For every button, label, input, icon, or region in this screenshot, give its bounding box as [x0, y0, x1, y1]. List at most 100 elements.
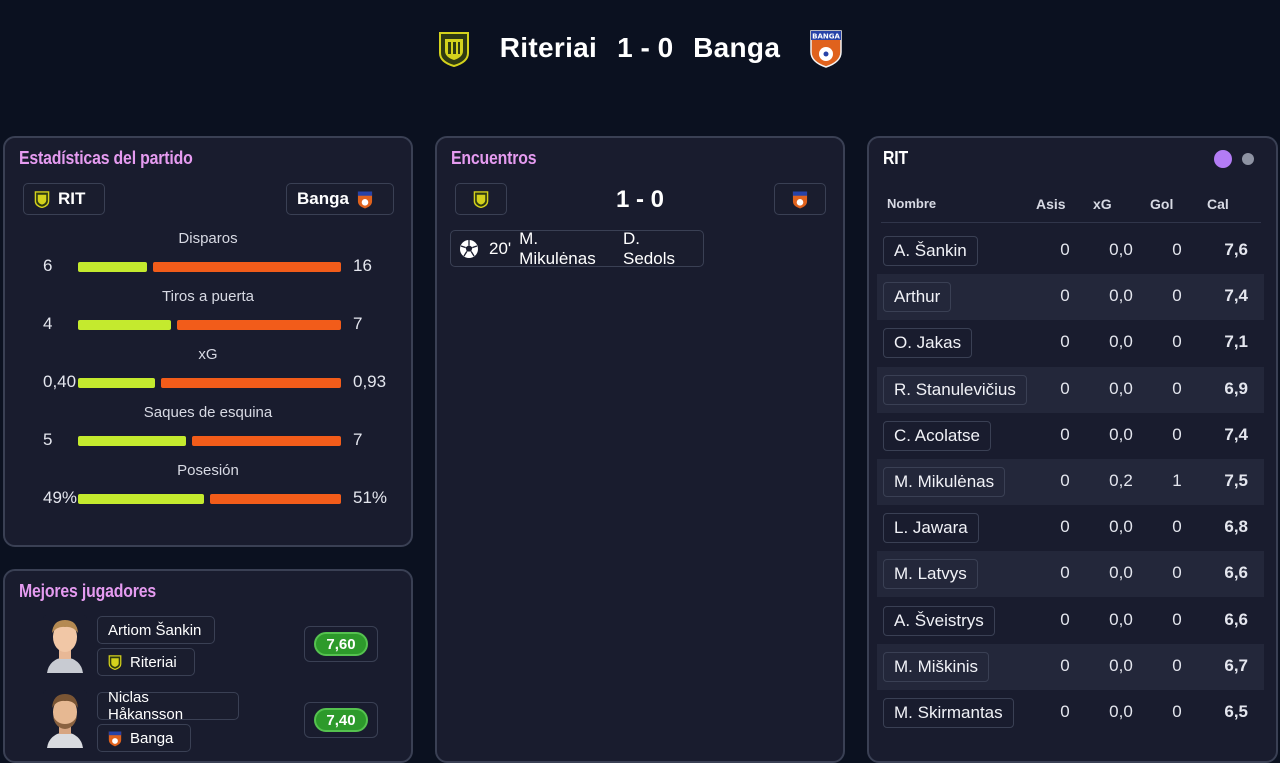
svg-text:BANGA: BANGA [812, 33, 840, 41]
table-row[interactable]: R. Stanulevičius 0 0,0 0 6,9 [877, 366, 1264, 413]
cell-gol: 0 [1172, 286, 1182, 306]
table-row[interactable]: M. Skirmantas 0 0,0 0 6,5 [877, 690, 1264, 736]
home-team-name[interactable]: Riteriai [500, 32, 597, 64]
table-row[interactable]: O. Jakas 0 0,0 0 7,1 [877, 320, 1264, 366]
table-row[interactable]: A. Šankin 0 0,0 0 7,6 [877, 228, 1264, 274]
best-player-team[interactable]: Banga [97, 724, 191, 752]
stat-home-value: 0,40 [43, 372, 77, 391]
cell-gol: 0 [1172, 240, 1182, 259]
cell-xg: 0,0 [1109, 563, 1133, 583]
rating-badge: 7,60 [314, 632, 368, 656]
cell-xg: 0,0 [1109, 378, 1133, 398]
player-name[interactable]: M. Mikulėnas [883, 467, 1006, 497]
stat-home-bar [78, 378, 155, 388]
goal-minute: 20' [489, 238, 512, 258]
best-player-name[interactable]: Niclas Håkansson [97, 689, 239, 723]
home-team-tag-label: RIT [58, 189, 86, 208]
page-indicator-inactive[interactable] [1242, 153, 1254, 165]
cell-asis: 0 [1060, 702, 1070, 721]
lineup-team-title: RIT [883, 148, 908, 168]
stat-home-value: 5 [43, 430, 53, 449]
best-players-title: Mejores jugadores [19, 581, 156, 601]
table-row[interactable]: M. Mikulėnas 0 0,2 1 7,5 [877, 459, 1264, 505]
cell-xg: 0,0 [1109, 240, 1133, 259]
stat-home-bar [78, 262, 147, 272]
away-team-tag[interactable]: Banga [286, 183, 394, 215]
player-name[interactable]: M. Skirmantas [883, 698, 1014, 728]
stat-label: Posesión [177, 462, 239, 479]
stat-away-value: 16 [353, 256, 372, 275]
stat-away-bar [177, 320, 341, 330]
player-name[interactable]: O. Jakas [883, 328, 973, 359]
match-stats-title: Estadísticas del partido [19, 148, 193, 168]
cell-cal: 7,4 [1224, 424, 1248, 444]
table-row[interactable]: C. Acolatse 0 0,0 0 7,4 [877, 413, 1264, 459]
cell-cal: 6,9 [1224, 378, 1248, 398]
stat-away-bar [192, 436, 341, 446]
cell-asis: 0 [1060, 240, 1070, 259]
table-row[interactable]: Arthur 0 0,0 0 7,4 [877, 274, 1264, 321]
table-row[interactable]: M. Miškinis 0 0,0 0 6,7 [877, 643, 1264, 690]
cell-xg: 0,0 [1109, 424, 1133, 444]
player-avatar[interactable] [43, 615, 87, 673]
stat-row: Disparos 6 16 [5, 230, 411, 288]
best-player-team[interactable]: Riteriai [97, 648, 195, 676]
away-team-crest-button[interactable] [774, 183, 826, 215]
goal-assist: D. Sedols [623, 228, 675, 268]
cell-asis: 0 [1060, 471, 1070, 490]
football-icon [459, 239, 479, 259]
cell-asis: 0 [1060, 378, 1070, 398]
player-name[interactable]: A. Šveistrys [883, 605, 995, 636]
cell-asis: 0 [1060, 286, 1070, 306]
cell-cal: 7,1 [1224, 332, 1248, 352]
column-header-goals[interactable]: Gol [1150, 196, 1173, 212]
table-row[interactable]: L. Jawara 0 0,0 0 6,8 [877, 505, 1264, 551]
cell-cal: 6,7 [1224, 655, 1248, 675]
stat-away-value: 7 [353, 430, 363, 449]
cell-xg: 0,0 [1109, 517, 1133, 537]
cell-gol: 0 [1172, 609, 1182, 629]
match-header: Riteriai 1 - 0 Banga BANGA [0, 26, 1280, 70]
column-header-name[interactable]: Nombre [887, 196, 936, 211]
player-name[interactable]: A. Šankin [883, 236, 978, 266]
player-avatar[interactable] [43, 690, 87, 748]
cell-xg: 0,0 [1109, 609, 1133, 629]
cell-cal: 6,5 [1224, 702, 1248, 721]
rating-badge: 7,40 [314, 708, 368, 732]
stat-away-bar [153, 262, 341, 272]
goal-event[interactable]: 20' M. Mikulėnas D. Sedols [450, 228, 704, 268]
cell-xg: 0,0 [1109, 702, 1133, 721]
cell-asis: 0 [1060, 517, 1070, 537]
cell-cal: 6,6 [1224, 563, 1248, 583]
stat-row: Saques de esquina 5 7 [5, 404, 411, 462]
best-player-team-label: Banga [130, 729, 174, 747]
player-name[interactable]: R. Stanulevičius [883, 374, 1027, 405]
table-row[interactable]: M. Latvys 0 0,0 0 6,6 [877, 551, 1264, 598]
cell-gol: 0 [1172, 563, 1182, 583]
banga-crest-icon[interactable]: BANGA [808, 28, 844, 68]
page-indicator-active[interactable] [1214, 150, 1232, 168]
away-team-name[interactable]: Banga [693, 32, 780, 64]
stat-row: xG 0,40 0,93 [5, 346, 411, 404]
player-name[interactable]: C. Acolatse [883, 420, 991, 451]
cell-cal: 6,6 [1224, 609, 1248, 629]
best-player-rating: 7,60 [304, 626, 378, 662]
best-player-name[interactable]: Artiom Šankin [97, 616, 215, 644]
column-header-assists[interactable]: Asis [1036, 196, 1066, 212]
player-name[interactable]: L. Jawara [883, 513, 979, 544]
table-row[interactable]: A. Šveistrys 0 0,0 0 6,6 [877, 598, 1264, 644]
encounters-panel: Encuentros 1 - 0 20' M. Mikulėnas D. Sed… [435, 136, 845, 763]
cell-gol: 1 [1172, 471, 1182, 490]
player-name[interactable]: M. Latvys [883, 559, 978, 590]
match-score: 1 - 0 [617, 32, 674, 63]
column-header-xg[interactable]: xG [1093, 196, 1112, 212]
cell-cal: 7,6 [1224, 240, 1248, 259]
player-name[interactable]: Arthur [883, 282, 952, 313]
column-header-rating[interactable]: Cal [1207, 196, 1229, 212]
home-team-tag[interactable]: RIT [23, 183, 105, 215]
riteriai-crest-icon[interactable] [436, 28, 472, 68]
header-divider [881, 222, 1261, 223]
lineup-panel: RIT Nombre Asis xG Gol Cal A. Šankin 0 0,0… [867, 136, 1278, 763]
cell-xg: 0,0 [1109, 286, 1133, 306]
player-name[interactable]: M. Miškinis [883, 651, 990, 682]
